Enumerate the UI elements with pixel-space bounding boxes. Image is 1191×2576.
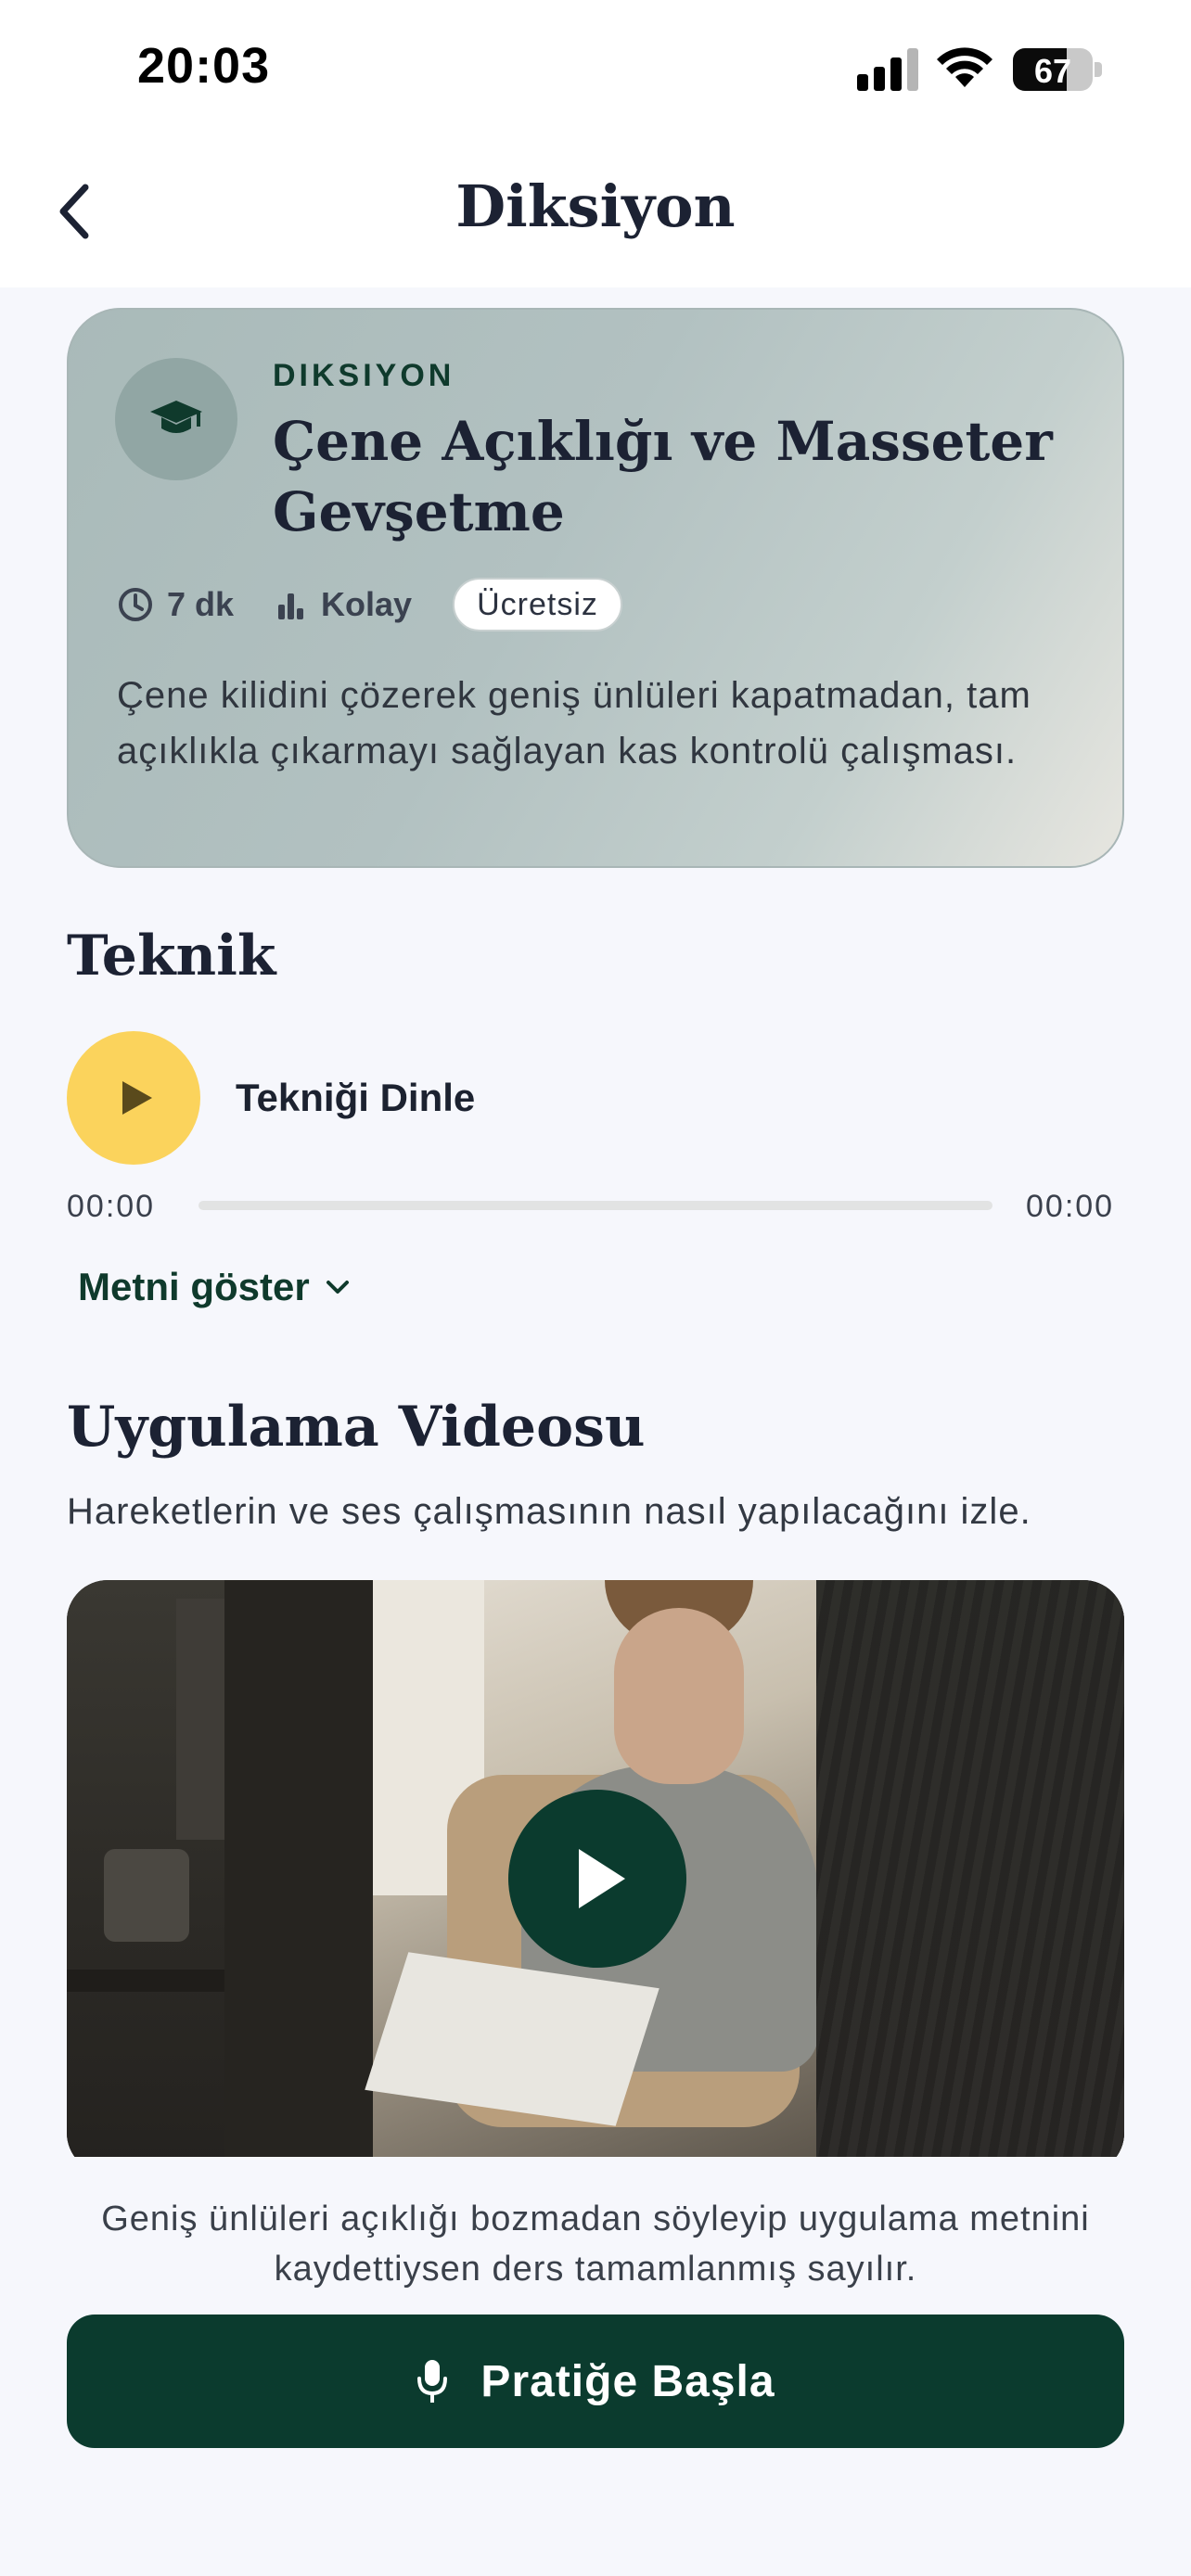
start-practice-label: Pratiğe Başla (480, 2356, 775, 2406)
audio-total-time: 00:00 (1026, 1189, 1115, 1224)
audio-elapsed-time: 00:00 (67, 1189, 156, 1224)
graduation-cap-icon (115, 358, 237, 480)
show-text-toggle[interactable]: Metni göster (78, 1265, 351, 1309)
audio-progress-bar[interactable] (198, 1201, 992, 1210)
video-play-button[interactable] (508, 1790, 686, 1968)
start-practice-button[interactable]: Pratiğe Başla (67, 2315, 1124, 2448)
microphone-icon (417, 2360, 448, 2403)
video-section-title: Uygulama Videosu (67, 1395, 646, 1460)
technique-title: Teknik (67, 924, 276, 988)
cellular-signal-icon (857, 48, 918, 91)
lesson-meta: 7 dk Kolay Ücretsiz (117, 577, 622, 632)
nav-bar: Diksiyon (0, 139, 1191, 287)
show-text-label: Metni göster (78, 1265, 310, 1308)
battery-icon: 67 (1013, 48, 1102, 91)
audio-label: Tekniği Dinle (236, 1076, 476, 1119)
lesson-title: Çene Açıklığı ve Masseter Gevşetme (273, 410, 1053, 543)
play-icon (122, 1081, 152, 1115)
video-player[interactable] (67, 1580, 1124, 2174)
page-title: Diksiyon (455, 172, 736, 240)
lesson-card: DIKSIYON Çene Açıklığı ve Masseter Gevşe… (67, 308, 1124, 868)
lesson-description: Çene kilidini çözerek geniş ünlüleri kap… (117, 675, 1031, 772)
duration-meta: 7 dk (117, 585, 234, 624)
level-meta: Kolay (275, 585, 412, 624)
battery-percent: 67 (1033, 52, 1072, 90)
price-badge: Ücretsiz (453, 578, 622, 631)
video-subtitle: Hareketlerin ve ses çalışmasının nasıl y… (67, 1491, 1031, 1532)
status-time: 20:03 (137, 38, 271, 94)
status-bar: 20:03 67 (0, 0, 1191, 139)
lesson-category: DIKSIYON (273, 358, 455, 393)
video-frame-left (67, 1580, 373, 2174)
chevron-down-icon (326, 1281, 349, 1294)
play-icon (579, 1849, 625, 1908)
wifi-icon (937, 47, 992, 87)
clock-icon (119, 588, 152, 621)
play-audio-button[interactable] (67, 1031, 200, 1165)
duration-label: 7 dk (167, 585, 235, 623)
bar-chart-icon (278, 593, 304, 619)
video-frame-right (816, 1580, 1124, 2174)
level-label: Kolay (321, 585, 413, 623)
bottom-action-area: Geniş ünlüleri açıklığı bozmadan söyleyi… (0, 2157, 1191, 2576)
completion-note: Geniş ünlüleri açıklığı bozmadan söyleyi… (101, 2200, 1090, 2289)
